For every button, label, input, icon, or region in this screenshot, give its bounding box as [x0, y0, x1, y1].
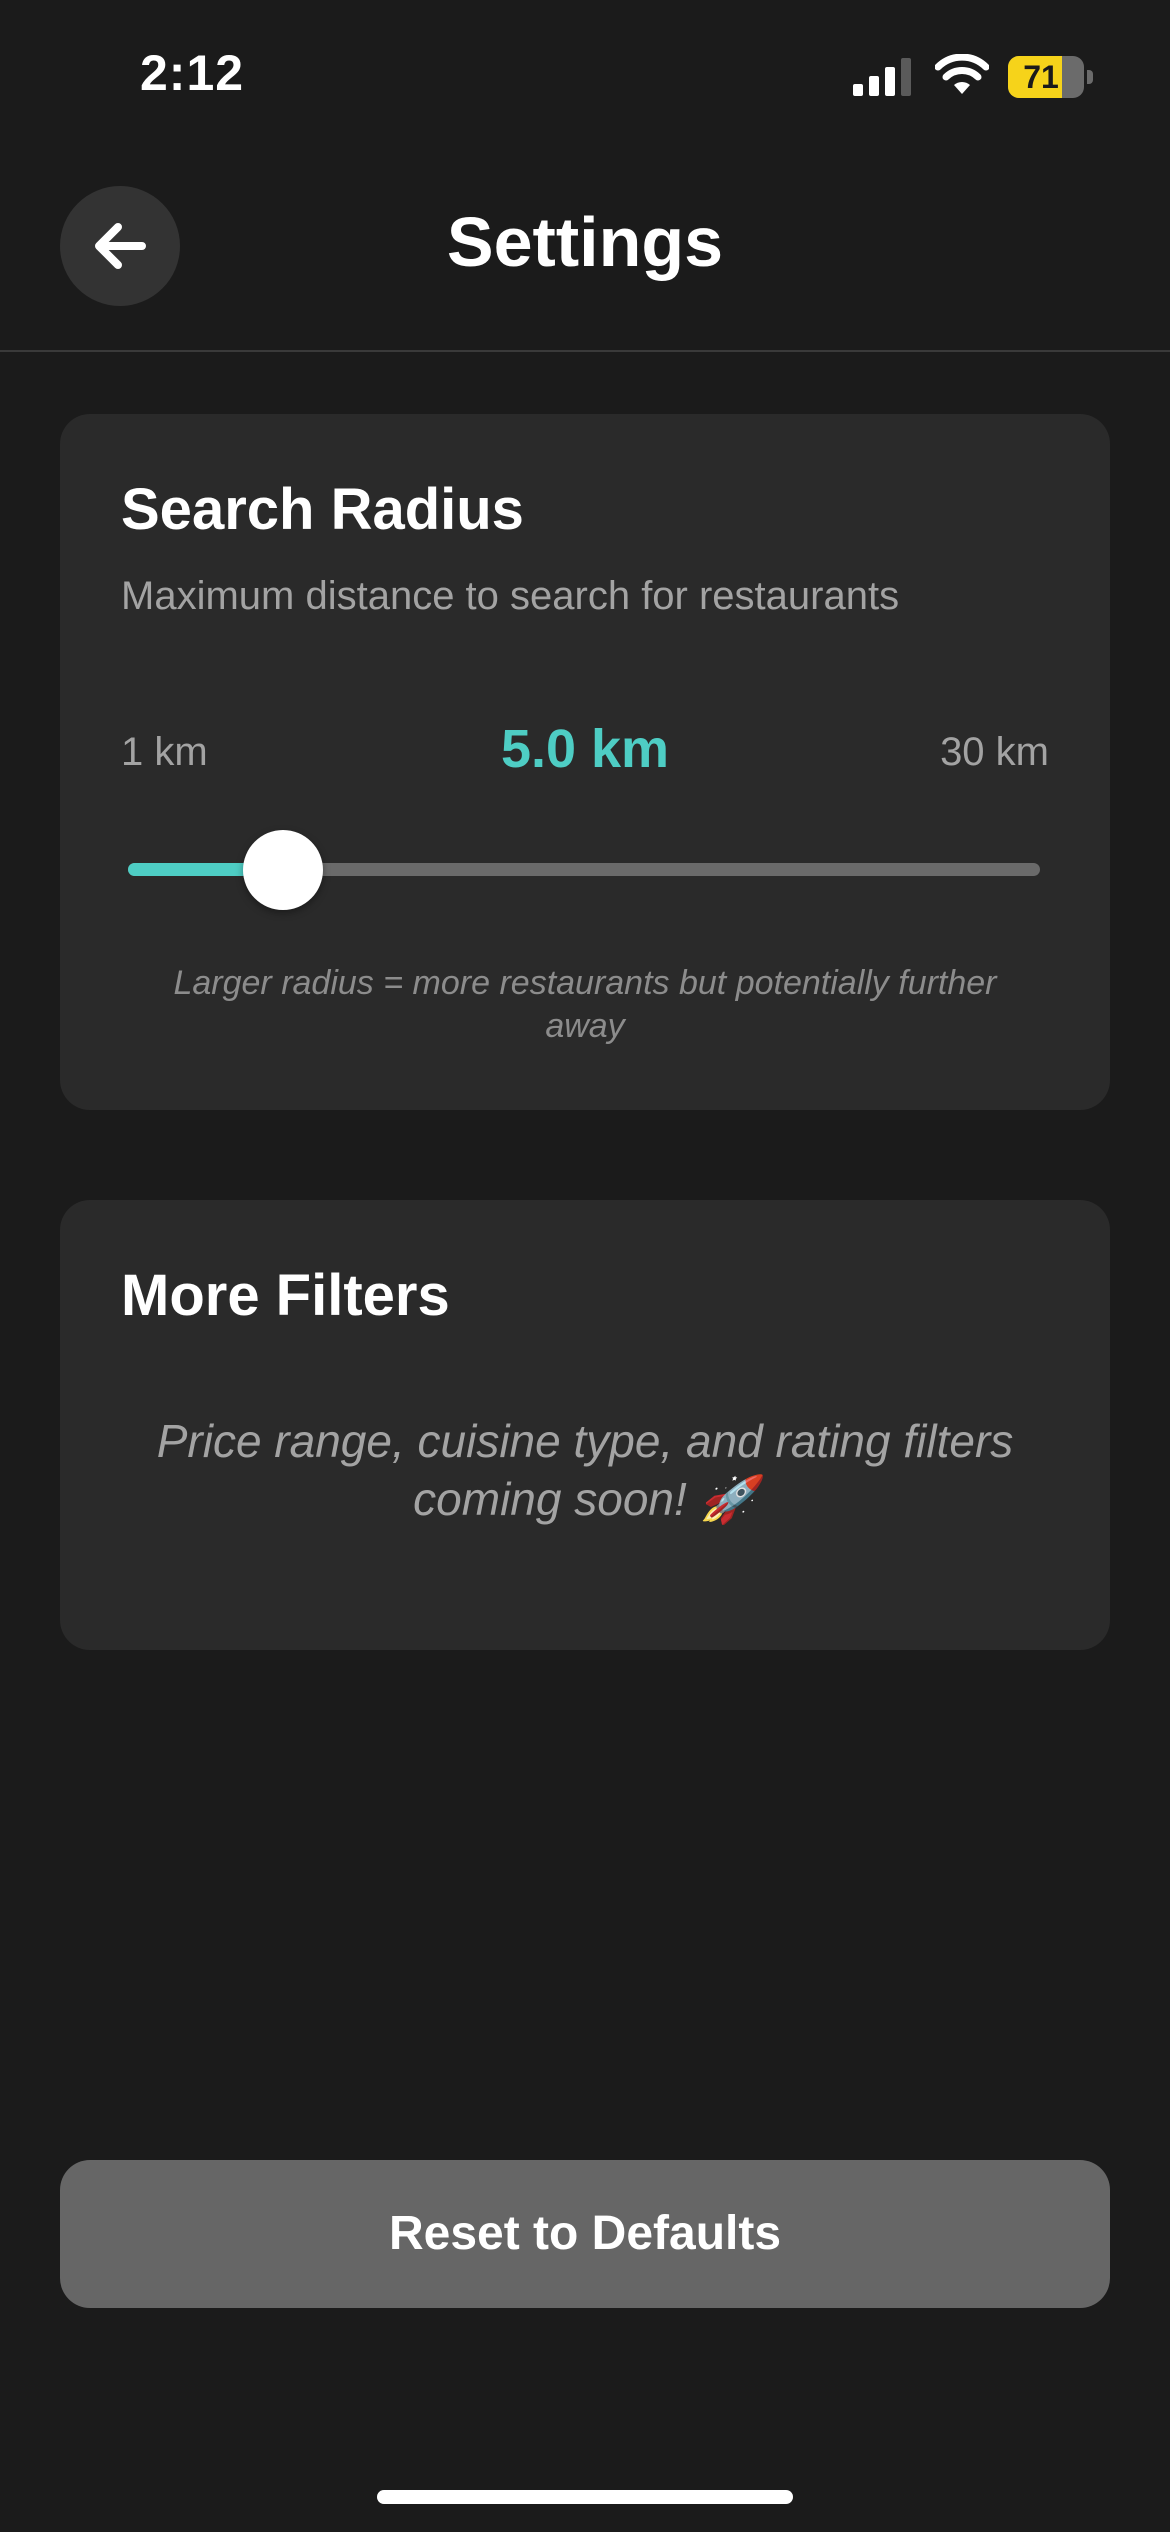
battery-indicator: 71: [1008, 56, 1094, 98]
status-bar: 2:12 71: [0, 0, 1170, 150]
range-max-label: 30 km: [940, 730, 1049, 774]
cellular-signal-icon: [853, 58, 911, 96]
reset-defaults-button[interactable]: Reset to Defaults: [60, 2160, 1110, 2308]
more-filters-title: More Filters: [121, 1263, 450, 1328]
status-time: 2:12: [140, 45, 245, 101]
search-radius-card: Search Radius Maximum distance to search…: [60, 414, 1110, 1110]
wifi-icon: [935, 54, 989, 94]
search-radius-hint: Larger radius = more restaurants but pot…: [173, 964, 997, 1045]
slider-thumb[interactable]: [242, 830, 323, 910]
home-indicator: [377, 2490, 793, 2504]
header: Settings: [0, 150, 1170, 352]
battery-percent: 71: [1023, 59, 1059, 95]
radius-slider[interactable]: [128, 830, 1040, 910]
battery-cap: [1087, 70, 1093, 84]
battery-icon: 71: [1008, 56, 1084, 98]
page-title: Settings: [446, 203, 724, 281]
search-radius-description: Maximum distance to search for restauran…: [121, 574, 900, 618]
search-radius-title: Search Radius: [121, 477, 524, 542]
coming-soon-message: Price range, cuisine type, and rating fi…: [156, 1415, 1014, 1525]
more-filters-card: More Filters Price range, cuisine type, …: [60, 1200, 1110, 1650]
